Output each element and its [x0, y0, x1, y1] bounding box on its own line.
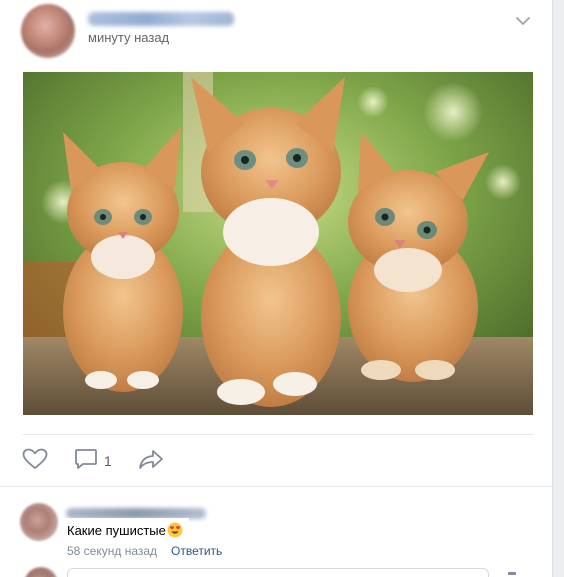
- send-icon[interactable]: [508, 572, 516, 575]
- comment-text: Какие пушистые: [60, 518, 189, 541]
- post-card: минуту назад 1 Какие пушистые 58 секунд …: [0, 0, 553, 577]
- comments-separator: [0, 486, 552, 487]
- author-name-blurred[interactable]: [88, 12, 234, 26]
- comment-icon: [74, 448, 98, 475]
- post-photo[interactable]: [23, 72, 533, 415]
- like-button[interactable]: [22, 448, 48, 475]
- comment-input[interactable]: [67, 568, 489, 577]
- post-time[interactable]: минуту назад: [88, 30, 169, 45]
- share-button[interactable]: [138, 449, 164, 473]
- author-avatar[interactable]: [21, 4, 75, 58]
- reply-link[interactable]: Ответить: [171, 544, 222, 558]
- comment-button[interactable]: 1: [74, 448, 112, 475]
- chevron-down-icon[interactable]: [514, 14, 532, 28]
- share-icon: [138, 448, 164, 475]
- actions-divider: [23, 434, 533, 435]
- current-user-avatar: [24, 567, 58, 577]
- heart-eyes-emoji-icon: [167, 522, 183, 538]
- comment-time[interactable]: 58 секунд назад: [67, 544, 157, 558]
- commenter-avatar[interactable]: [20, 503, 58, 541]
- comment-text-label: Какие пушистые: [67, 522, 166, 538]
- heart-icon: [22, 448, 48, 475]
- comments-count: 1: [104, 453, 112, 469]
